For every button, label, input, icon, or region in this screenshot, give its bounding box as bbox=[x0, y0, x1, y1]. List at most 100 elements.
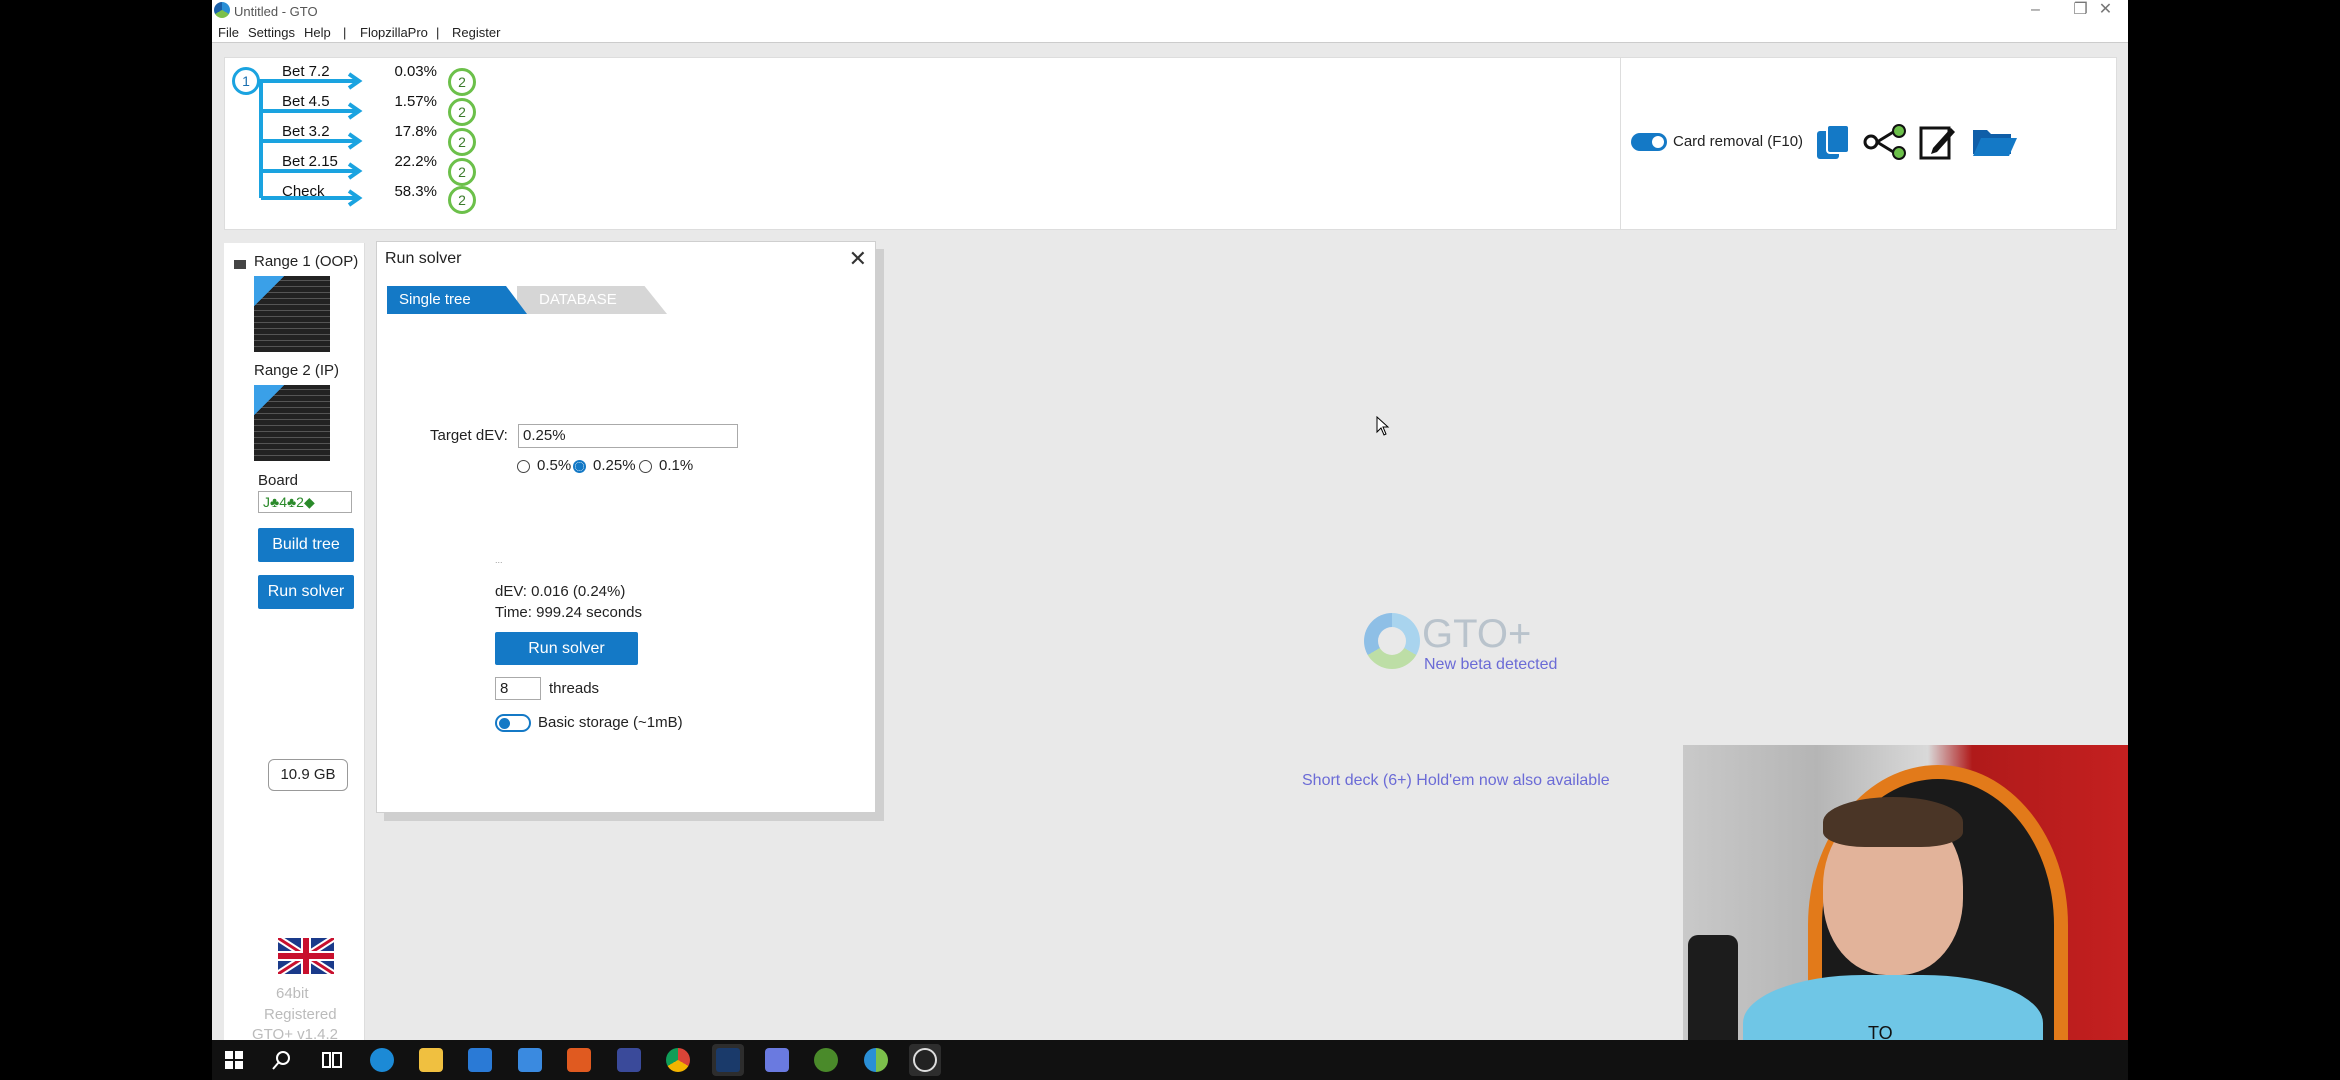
range2-grid[interactable] bbox=[254, 385, 330, 461]
menu-register[interactable]: Register bbox=[452, 25, 500, 40]
tab-database[interactable]: DATABASE bbox=[517, 286, 667, 314]
board-value: J♣4♣2◆ bbox=[263, 494, 315, 510]
range1-grid[interactable] bbox=[254, 276, 330, 352]
edit-icon[interactable] bbox=[1919, 122, 1957, 160]
board-label: Board bbox=[258, 472, 299, 489]
terminal-icon bbox=[716, 1048, 740, 1072]
menu-file[interactable]: File bbox=[218, 25, 239, 40]
windows-start-icon[interactable] bbox=[222, 1048, 246, 1072]
run-solver-button[interactable]: Run solver bbox=[495, 632, 638, 665]
dialog-close-button[interactable]: ✕ bbox=[849, 246, 867, 272]
gto-logo-icon bbox=[1364, 613, 1420, 669]
radio-0-1[interactable] bbox=[639, 460, 652, 473]
uk-flag-icon[interactable] bbox=[278, 938, 334, 974]
tree-action-label: Bet 3.2 bbox=[282, 123, 330, 140]
tab-single-tree[interactable]: Single tree bbox=[387, 286, 527, 314]
close-window-button[interactable]: ✕ bbox=[2083, 0, 2128, 22]
new-beta-link[interactable]: New beta detected bbox=[1424, 656, 1557, 674]
taskbar bbox=[212, 1040, 2128, 1080]
tree-action-label: Check bbox=[282, 183, 325, 200]
menu-settings[interactable]: Settings bbox=[248, 25, 295, 40]
active-app-highlight[interactable] bbox=[712, 1044, 744, 1076]
target-dev-label: Target dEV: bbox=[430, 427, 508, 444]
tree-action-label: Bet 2.15 bbox=[282, 153, 338, 170]
gto-taskbar-icon[interactable] bbox=[864, 1048, 888, 1072]
time-result: Time: 999.24 seconds bbox=[495, 604, 643, 621]
discord-icon[interactable] bbox=[765, 1048, 789, 1072]
card-removal-toggle[interactable] bbox=[1631, 133, 1667, 151]
obs-icon bbox=[913, 1048, 937, 1072]
shortdeck-link[interactable]: Short deck (6+) Hold'em now also availab… bbox=[1302, 772, 1610, 790]
card-removal-label: Card removal (F10) bbox=[1673, 133, 1804, 150]
minimize-button[interactable]: – bbox=[2013, 0, 2058, 22]
registered-label: Registered bbox=[264, 1006, 337, 1023]
tree-action-pct: 22.2% bbox=[394, 153, 437, 170]
dev-result: dEV: 0.016 (0.24%) bbox=[495, 583, 626, 600]
threads-input[interactable]: 8 bbox=[495, 677, 541, 700]
tree-builder-icon[interactable] bbox=[1863, 123, 1911, 161]
tree-action-label: Bet 7.2 bbox=[282, 63, 330, 80]
flag-app-icon[interactable] bbox=[617, 1048, 641, 1072]
tree-child-node[interactable]: 2 bbox=[448, 128, 476, 156]
radio-label: 0.25% bbox=[593, 457, 636, 474]
tree-child-node[interactable]: 2 bbox=[448, 158, 476, 186]
office-icon[interactable] bbox=[567, 1048, 591, 1072]
tree-action-label: Bet 4.5 bbox=[282, 93, 330, 110]
menu-separator: | bbox=[343, 25, 347, 40]
range-flag-icon bbox=[234, 260, 246, 269]
tree-action-pct: 1.57% bbox=[394, 93, 437, 110]
tree-lines bbox=[253, 72, 363, 207]
radio-label: 0.5% bbox=[537, 457, 572, 474]
title-bar: Untitled - GTO – ❐ ✕ bbox=[212, 0, 2128, 22]
webcam-hair bbox=[1823, 797, 1963, 847]
target-dev-input[interactable]: 0.25% bbox=[518, 424, 738, 448]
mail-icon[interactable] bbox=[518, 1048, 542, 1072]
range1-label: Range 1 (OOP) bbox=[254, 253, 359, 270]
radio-0-25[interactable] bbox=[573, 460, 586, 473]
mouse-cursor-icon bbox=[1376, 416, 1390, 436]
range2-label: Range 2 (IP) bbox=[254, 362, 340, 379]
menu-help[interactable]: Help bbox=[304, 25, 331, 40]
run-solver-dialog: Run solver ✕ DATABASE Single tree Target… bbox=[376, 241, 876, 813]
window-title: Untitled - GTO bbox=[234, 4, 318, 19]
memory-indicator: 10.9 GB bbox=[268, 759, 348, 791]
tree-root-node[interactable]: 1 bbox=[232, 67, 260, 95]
version-label: GTO+ v1.4.2 bbox=[252, 1026, 339, 1040]
tree-action-pct: 58.3% bbox=[394, 183, 437, 200]
menu-flopzillapro[interactable]: FlopzillaPro bbox=[360, 25, 428, 40]
file-explorer-icon[interactable] bbox=[419, 1048, 443, 1072]
store-icon[interactable] bbox=[468, 1048, 492, 1072]
brand-text: GTO+ bbox=[1422, 612, 1532, 656]
app-logo-icon bbox=[214, 2, 230, 18]
webcam-overlay: TO bbox=[1683, 745, 2128, 1080]
poker-app-icon[interactable] bbox=[814, 1048, 838, 1072]
run-solver-sidebar-button[interactable]: Run solver bbox=[258, 575, 354, 609]
chrome-icon[interactable] bbox=[666, 1048, 690, 1072]
tree-child-node[interactable]: 2 bbox=[448, 68, 476, 96]
obs-app-highlight[interactable] bbox=[909, 1044, 941, 1076]
options-panel: Card removal (F10) bbox=[1620, 57, 2117, 230]
threads-label: threads bbox=[549, 680, 600, 697]
search-icon[interactable] bbox=[270, 1048, 294, 1072]
open-folder-icon[interactable] bbox=[1971, 124, 2019, 160]
left-sidebar: Range 1 (OOP) Range 2 (IP) Board J♣4♣2◆ … bbox=[224, 243, 365, 1040]
radio-0-5[interactable] bbox=[517, 460, 530, 473]
tree-child-node[interactable]: 2 bbox=[448, 98, 476, 126]
edge-browser-icon[interactable] bbox=[370, 1048, 394, 1072]
bits-label: 64bit bbox=[276, 985, 309, 1002]
progress-ellipsis: ... bbox=[495, 555, 503, 565]
board-field[interactable]: J♣4♣2◆ bbox=[258, 491, 352, 513]
basic-storage-label: Basic storage (~1mB) bbox=[538, 714, 683, 731]
tree-action-pct: 0.03% bbox=[394, 63, 437, 80]
tree-child-node[interactable]: 2 bbox=[448, 186, 476, 214]
copy-ranges-icon[interactable] bbox=[1815, 123, 1853, 161]
tree-action-pct: 17.8% bbox=[394, 123, 437, 140]
radio-label: 0.1% bbox=[659, 457, 694, 474]
menu-bar: File Settings Help | FlopzillaPro | Regi… bbox=[212, 22, 2128, 43]
task-view-icon[interactable] bbox=[320, 1048, 344, 1072]
menu-separator: | bbox=[436, 25, 440, 40]
basic-storage-toggle[interactable] bbox=[495, 714, 531, 732]
build-tree-button[interactable]: Build tree bbox=[258, 528, 354, 562]
dialog-title: Run solver bbox=[385, 250, 462, 267]
game-tree-panel: 1 Bet 7.2 0.03% 2 Bet 4.5 1.57% 2 Bet 3.… bbox=[224, 57, 1622, 230]
